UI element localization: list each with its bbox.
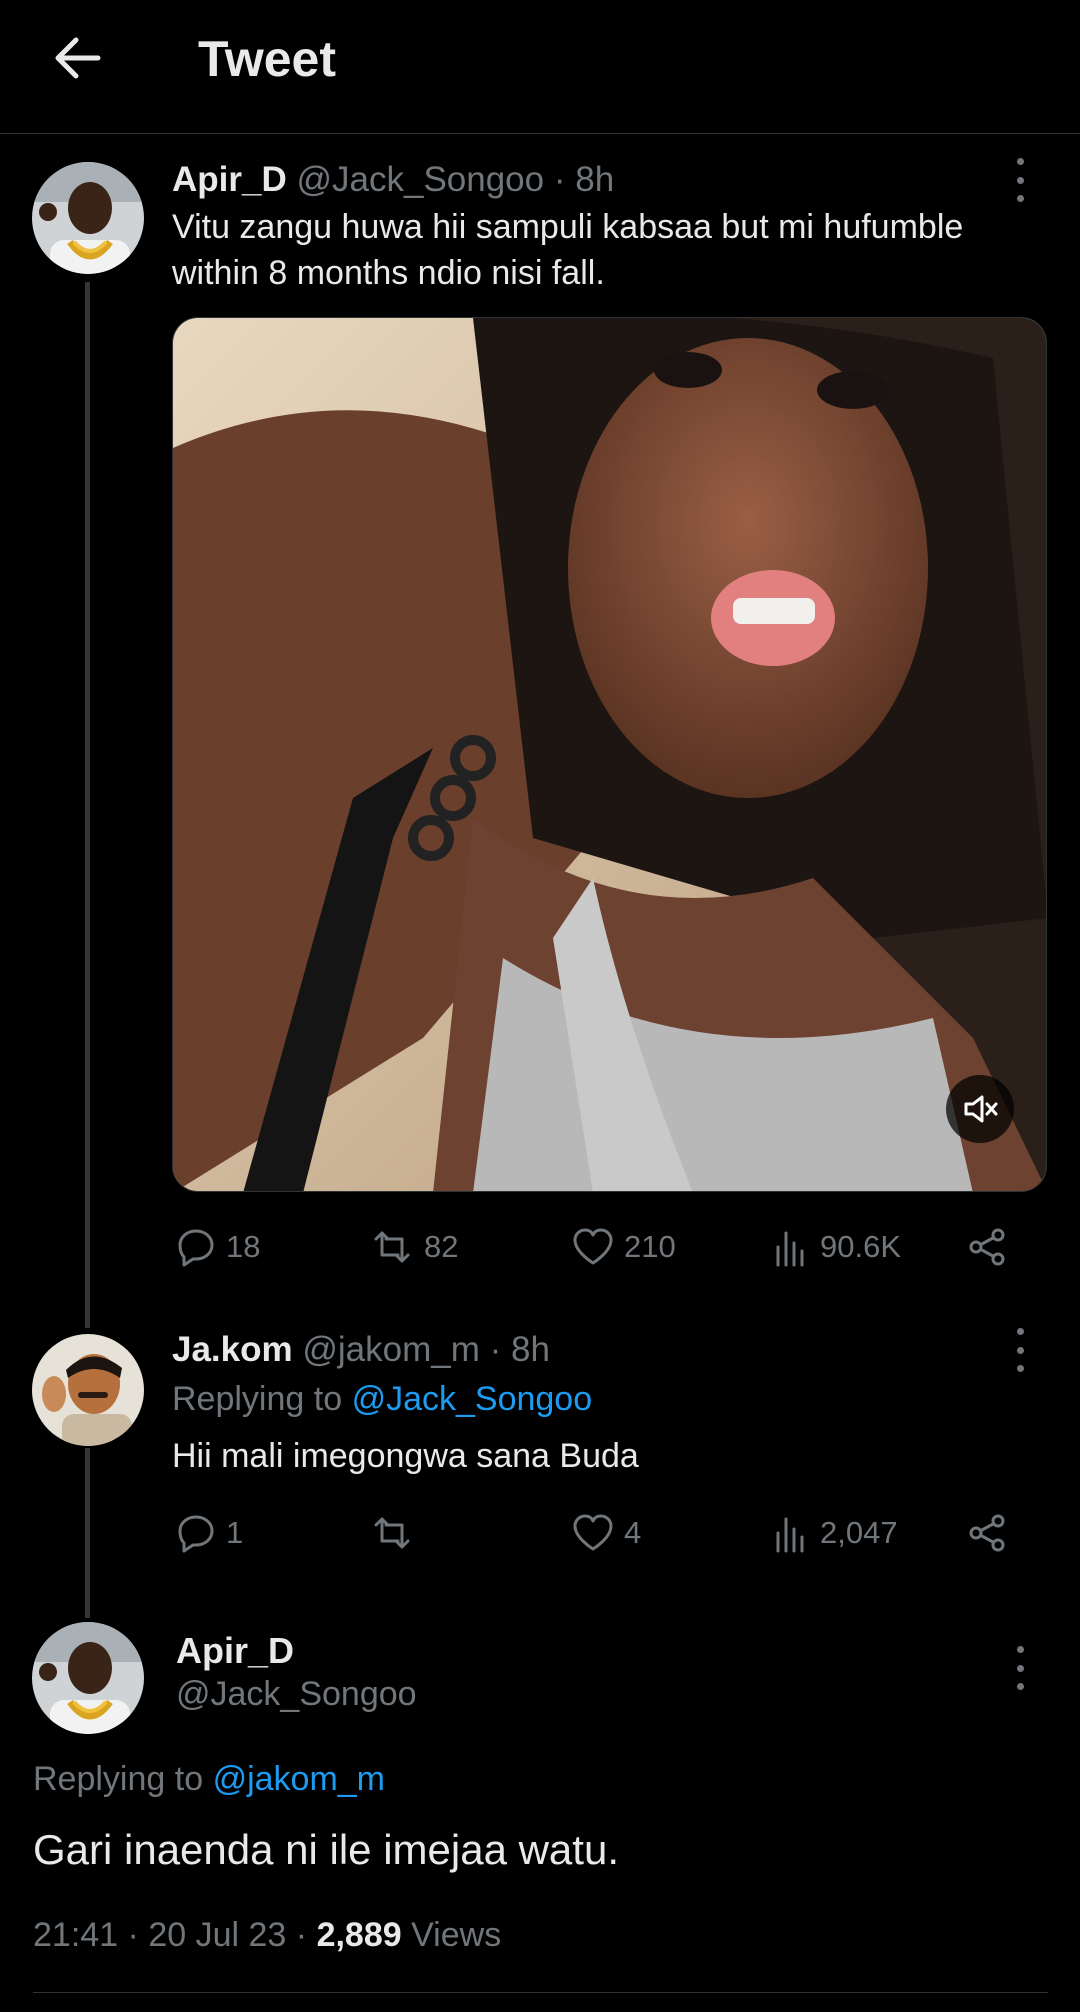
- views-button[interactable]: 90.6K: [772, 1222, 901, 1272]
- more-options-icon[interactable]: [1000, 1646, 1040, 1690]
- reply-icon: [178, 1229, 214, 1267]
- back-arrow-icon[interactable]: [50, 30, 106, 86]
- heart-icon: [573, 1514, 613, 1551]
- mute-toggle-button[interactable]: [946, 1075, 1014, 1143]
- like-button[interactable]: 4: [570, 1508, 641, 1558]
- retweet-count: 82: [424, 1229, 459, 1264]
- video-frame: [173, 318, 1046, 1191]
- thread-connector: [85, 1448, 90, 1618]
- timestamp[interactable]: · 8h: [490, 1330, 550, 1369]
- views-button[interactable]: 2,047: [772, 1508, 898, 1558]
- replying-to: Replying to @jakom_m: [33, 1760, 385, 1799]
- share-button[interactable]: [966, 1222, 1010, 1272]
- analytics-icon: [776, 1231, 804, 1267]
- tweet-actions: 18 82 210 90.6K: [172, 1222, 1022, 1272]
- views-label: Views: [411, 1916, 502, 1954]
- replying-to-prefix: Replying to: [172, 1380, 343, 1418]
- more-options-icon[interactable]: [1000, 158, 1040, 202]
- tweet-header: Ja.kom @jakom_m · 8h: [172, 1330, 550, 1370]
- tweet-actions: 1 4 2,047: [172, 1508, 1022, 1558]
- share-icon: [969, 1228, 1005, 1266]
- avatar[interactable]: [32, 1622, 144, 1734]
- share-icon: [969, 1514, 1005, 1552]
- heart-icon: [573, 1228, 613, 1265]
- tweet-text: Vitu zangu huwa hii sampuli kabsaa but m…: [172, 208, 964, 292]
- replying-to-link[interactable]: @Jack_Songoo: [352, 1380, 593, 1418]
- replying-to-prefix: Replying to: [33, 1760, 204, 1798]
- replying-to-link[interactable]: @jakom_m: [213, 1760, 385, 1798]
- views-count: 90.6K: [820, 1229, 902, 1264]
- tweet-text: Hii mali imegongwa sana Buda: [172, 1437, 639, 1475]
- speaker-muted-icon: [964, 1095, 998, 1123]
- retweet-icon: [374, 1517, 410, 1549]
- timestamp[interactable]: · 8h: [554, 160, 614, 199]
- analytics-icon: [776, 1517, 804, 1553]
- tweet-time[interactable]: 21:41: [33, 1916, 118, 1954]
- views-count: 2,047: [820, 1515, 898, 1550]
- like-count: 210: [624, 1229, 676, 1264]
- page-title: Tweet: [198, 31, 336, 87]
- share-button[interactable]: [966, 1508, 1010, 1558]
- top-bar: Tweet: [0, 0, 1080, 134]
- tweet-date[interactable]: 20 Jul 23: [148, 1916, 286, 1954]
- reply-button[interactable]: 18: [174, 1222, 260, 1272]
- user-handle[interactable]: @Jack_Songoo: [176, 1675, 417, 1714]
- display-name[interactable]: Ja.kom: [172, 1330, 293, 1369]
- retweet-button[interactable]: [368, 1508, 424, 1558]
- avatar[interactable]: [32, 162, 144, 274]
- thread-connector: [85, 282, 90, 1328]
- user-handle[interactable]: @jakom_m: [302, 1330, 480, 1369]
- video-player[interactable]: [172, 317, 1047, 1192]
- retweet-button[interactable]: 82: [368, 1222, 458, 1272]
- tweet-header: Apir_D @Jack_Songoo · 8h: [172, 160, 614, 200]
- tweet-text: Gari inaenda ni ile imejaa watu.: [33, 1826, 619, 1873]
- retweet-icon: [374, 1231, 410, 1263]
- display-name[interactable]: Apir_D: [176, 1630, 294, 1672]
- display-name[interactable]: Apir_D: [172, 160, 287, 199]
- reply-count: 18: [226, 1229, 261, 1264]
- more-options-icon[interactable]: [1000, 1328, 1040, 1372]
- views-total: 2,889: [316, 1916, 402, 1954]
- reply-count: 1: [226, 1515, 244, 1550]
- like-button[interactable]: 210: [570, 1222, 676, 1272]
- divider: [33, 1992, 1048, 1993]
- replying-to: Replying to @Jack_Songoo: [172, 1380, 592, 1419]
- like-count: 4: [624, 1515, 642, 1550]
- tweet-metadata: 21:41 · 20 Jul 23 · 2,889 Views: [33, 1916, 502, 1954]
- avatar[interactable]: [32, 1334, 144, 1446]
- reply-icon: [178, 1515, 214, 1553]
- reply-button[interactable]: 1: [174, 1508, 243, 1558]
- user-handle[interactable]: @Jack_Songoo: [296, 160, 544, 199]
